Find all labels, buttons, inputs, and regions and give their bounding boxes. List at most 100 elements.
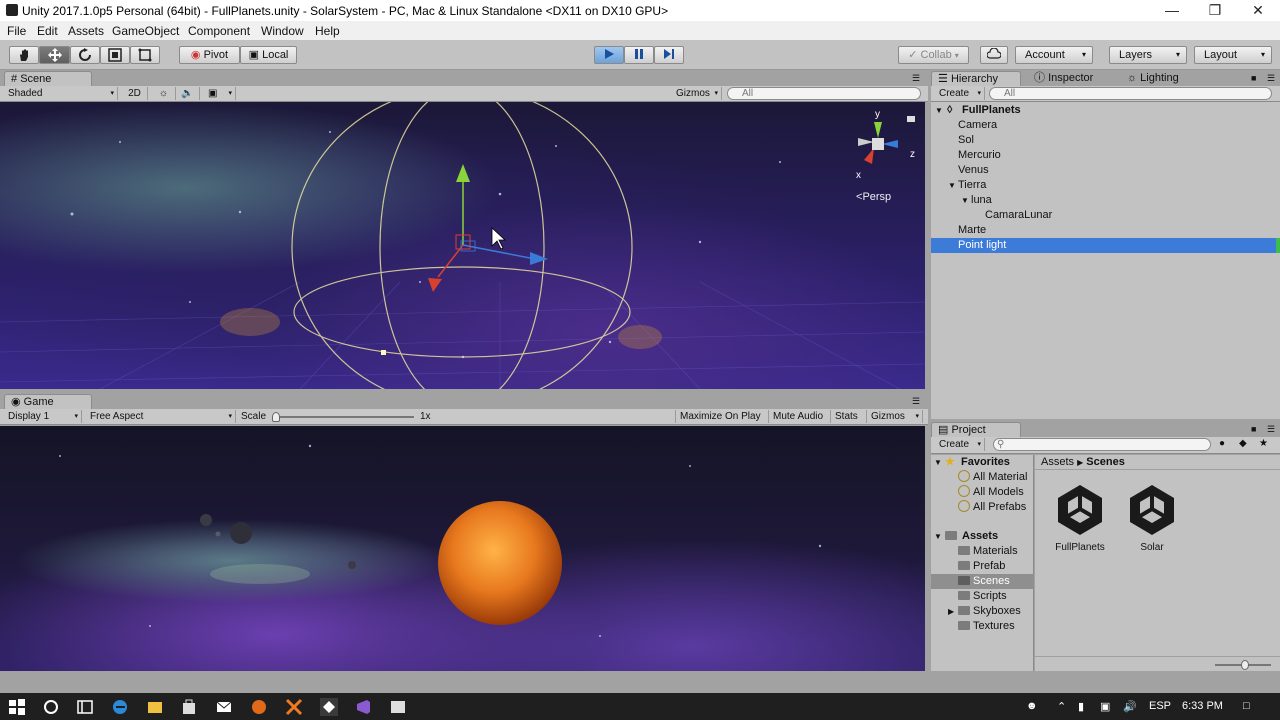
project-search-input[interactable]: ⚲: [993, 438, 1211, 451]
unity-taskbar-icon[interactable]: [320, 698, 338, 716]
pivot-toggle[interactable]: ◉ Pivot: [179, 46, 240, 64]
hierarchy-item-venus[interactable]: Venus: [931, 163, 1280, 178]
hierarchy-item-mercurio[interactable]: Mercurio: [931, 148, 1280, 163]
power-icon[interactable]: ▮: [1078, 700, 1084, 713]
hierarchy-item-point-light[interactable]: Point light: [931, 238, 1280, 253]
menu-window[interactable]: Window: [261, 24, 304, 38]
hand-tool-button[interactable]: [9, 46, 39, 64]
expand-arrow-icon[interactable]: ▼: [948, 178, 956, 193]
panel-menu-icon[interactable]: ☰: [912, 396, 920, 407]
hierarchy-item-tierra[interactable]: ▼ Tierra: [931, 178, 1280, 193]
scene-gizmos-dropdown[interactable]: Gizmos ▾: [672, 87, 722, 100]
lock-icon[interactable]: ■: [1251, 73, 1256, 83]
favorite-star-icon[interactable]: ★: [1259, 438, 1268, 449]
cortana-icon[interactable]: [42, 698, 60, 716]
assets-header[interactable]: ▼ Assets: [931, 529, 1034, 544]
display-dropdown[interactable]: Display 1 ▾: [4, 410, 82, 423]
favorite-all-materials[interactable]: All Material: [931, 470, 1034, 485]
panel-menu-icon[interactable]: ☰: [1267, 73, 1275, 84]
layout-dropdown[interactable]: Layout ▾: [1194, 46, 1272, 64]
close-icon[interactable]: ✕: [1236, 0, 1280, 21]
minimize-icon[interactable]: —: [1150, 0, 1194, 21]
audio-toggle-icon[interactable]: 🔈: [176, 87, 200, 100]
local-toggle[interactable]: ▣ Local: [240, 46, 297, 64]
favorite-all-models[interactable]: All Models: [931, 485, 1034, 500]
hierarchy-item-camera[interactable]: Camera: [931, 118, 1280, 133]
persp-label[interactable]: <Persp: [856, 191, 891, 203]
hierarchy-item-marte[interactable]: Marte: [931, 223, 1280, 238]
menu-help[interactable]: Help: [315, 24, 340, 38]
menu-assets[interactable]: Assets: [68, 24, 104, 38]
people-icon[interactable]: ☻: [1026, 700, 1038, 712]
language-indicator[interactable]: ESP: [1149, 700, 1171, 712]
folder-scripts[interactable]: Scripts: [931, 589, 1034, 604]
panel-menu-icon[interactable]: ☰: [1267, 424, 1275, 435]
hierarchy-search-input[interactable]: All: [989, 87, 1272, 100]
project-create-dropdown[interactable]: Create ▾: [935, 438, 985, 451]
pause-button[interactable]: [624, 46, 654, 64]
task-view-icon[interactable]: [76, 698, 94, 716]
folder-prefab[interactable]: Prefab: [931, 559, 1034, 574]
asset-fullplanets[interactable]: FullPlanets: [1049, 481, 1111, 553]
breadcrumb-scenes[interactable]: Scenes: [1086, 456, 1125, 468]
tab-scene[interactable]: # Scene: [4, 71, 92, 86]
panel-menu-icon[interactable]: ☰: [912, 73, 920, 84]
scene-viewport[interactable]: y z x <Persp: [0, 102, 925, 389]
hierarchy-scene-root[interactable]: ▼ ◊ FullPlanets: [931, 103, 1280, 118]
hierarchy-create-dropdown[interactable]: Create ▾: [935, 87, 985, 100]
filter-type-icon[interactable]: ●: [1219, 438, 1225, 449]
lock-icon[interactable]: ■: [1251, 424, 1256, 434]
hierarchy-item-sol[interactable]: Sol: [931, 133, 1280, 148]
network-icon[interactable]: ▣: [1100, 700, 1110, 713]
windows-start-icon[interactable]: [8, 698, 26, 716]
hierarchy-item-camaralunar[interactable]: CamaraLunar: [931, 208, 1280, 223]
folder-textures[interactable]: Textures: [931, 619, 1034, 634]
expand-arrow-icon[interactable]: ▼: [935, 103, 943, 118]
stats-toggle[interactable]: Stats: [831, 410, 867, 423]
mail-icon[interactable]: [215, 698, 233, 716]
clock[interactable]: 6:33 PM: [1182, 700, 1223, 712]
layers-dropdown[interactable]: Layers ▾: [1109, 46, 1187, 64]
aspect-dropdown[interactable]: Free Aspect ▾: [86, 410, 236, 423]
game-viewport[interactable]: [0, 426, 925, 671]
filter-label-icon[interactable]: ◆: [1239, 438, 1247, 449]
mute-audio-toggle[interactable]: Mute Audio: [769, 410, 831, 423]
2d-toggle[interactable]: 2D: [122, 87, 148, 100]
icon-size-slider-handle[interactable]: [1241, 660, 1249, 670]
xampp-icon[interactable]: [285, 698, 303, 716]
effects-dropdown[interactable]: ▣ ▾: [204, 87, 236, 100]
expand-arrow-icon[interactable]: ▼: [961, 193, 969, 208]
tab-hierarchy[interactable]: ☰ Hierarchy: [931, 71, 1021, 86]
cloud-button[interactable]: [980, 46, 1008, 64]
breadcrumb-assets[interactable]: Assets: [1041, 456, 1074, 468]
menu-file[interactable]: File: [7, 24, 26, 38]
hierarchy-item-luna[interactable]: ▼ luna: [931, 193, 1280, 208]
asset-solar[interactable]: Solar: [1121, 481, 1183, 553]
visual-studio-icon[interactable]: [354, 698, 372, 716]
favorites-header[interactable]: ▼ ★ Favorites: [931, 455, 1034, 470]
volume-icon[interactable]: 🔊: [1123, 700, 1137, 713]
collab-dropdown[interactable]: ✓ Collab ▾: [898, 46, 969, 64]
store-icon[interactable]: [180, 698, 198, 716]
tab-lighting[interactable]: ☼ Lighting: [1121, 71, 1201, 86]
account-dropdown[interactable]: Account ▾: [1015, 46, 1093, 64]
play-button[interactable]: [594, 46, 624, 64]
rotate-tool-button[interactable]: [70, 46, 100, 64]
show-hidden-icons[interactable]: ⌃: [1057, 700, 1066, 713]
folder-scenes[interactable]: Scenes: [931, 574, 1034, 589]
menu-edit[interactable]: Edit: [37, 24, 58, 38]
orientation-gizmo[interactable]: [850, 108, 910, 178]
expand-arrow-icon[interactable]: ▶: [948, 604, 954, 619]
app-window-icon[interactable]: [389, 698, 407, 716]
rect-tool-button[interactable]: [130, 46, 160, 64]
scene-search-input[interactable]: All: [727, 87, 921, 100]
file-explorer-icon[interactable]: [146, 698, 164, 716]
game-gizmos-dropdown[interactable]: Gizmos ▾: [867, 410, 923, 423]
tab-project[interactable]: ▤ Project: [931, 422, 1021, 437]
folder-skyboxes[interactable]: ▶ Skyboxes: [931, 604, 1034, 619]
shading-mode-dropdown[interactable]: Shaded ▾: [4, 87, 118, 100]
move-tool-button[interactable]: [39, 46, 70, 64]
expand-arrow-icon[interactable]: ▼: [934, 529, 942, 544]
action-center-icon[interactable]: □: [1243, 700, 1250, 712]
expand-arrow-icon[interactable]: ▼: [934, 455, 942, 470]
